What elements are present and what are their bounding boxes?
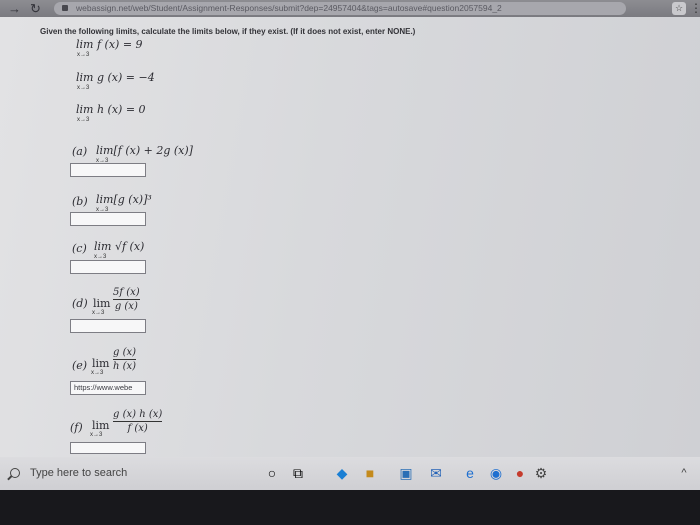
part-d-numerator: 5f (x) <box>113 287 140 298</box>
part-e-denominator: h (x) <box>113 361 137 372</box>
part-d-denominator: g (x) <box>114 301 138 312</box>
reload-icon[interactable]: ↻ <box>30 0 41 17</box>
fraction-bar <box>113 299 140 300</box>
chevron-up-icon[interactable]: ^ <box>676 465 692 481</box>
extension-icon[interactable]: ☆ <box>672 2 686 15</box>
search-placeholder: Type here to search <box>30 467 128 479</box>
part-a-label: (a) <box>72 145 88 158</box>
part-e-lim: lim <box>92 357 110 370</box>
part-e-sub: x→3 <box>91 370 104 376</box>
part-f-denominator: f (x) <box>127 423 148 434</box>
part-f-label: (f) <box>70 421 83 434</box>
part-e-fraction: g (x) h (x) <box>113 347 137 372</box>
part-f-numerator: g (x) h (x) <box>113 409 163 420</box>
lock-icon <box>62 5 68 11</box>
edge-icon[interactable]: e <box>462 465 478 481</box>
part-f-fraction: g (x) h (x) f (x) <box>113 409 163 434</box>
part-c-expression: lim √f (x) <box>94 240 145 253</box>
address-bar-url: webassign.net/web/Student/Assignment-Res… <box>76 3 502 13</box>
given-limit-g-sub: x→3 <box>77 85 90 91</box>
part-e-numerator: g (x) <box>113 347 137 358</box>
search-icon <box>10 468 20 478</box>
address-bar[interactable]: webassign.net/web/Student/Assignment-Res… <box>54 2 626 15</box>
fraction-bar <box>113 421 163 422</box>
question-page: Given the following limits, calculate th… <box>0 17 700 457</box>
part-b-label: (b) <box>72 195 88 208</box>
given-limit-h-sub: x→3 <box>77 117 90 123</box>
browser-icon[interactable]: ◉ <box>488 465 504 481</box>
part-c-label: (c) <box>72 242 87 255</box>
settings-icon[interactable]: ⚙ <box>533 465 549 481</box>
part-b-expression: lim[g (x)]³ <box>96 193 152 206</box>
part-f-sub: x→3 <box>90 432 103 438</box>
part-d-label: (d) <box>72 297 88 310</box>
desk-background <box>0 490 700 525</box>
menu-icon[interactable]: ⋮ <box>690 0 700 17</box>
given-limit-h: lim h (x) = 0 <box>76 103 146 116</box>
task-view-icon[interactable]: ⧉ <box>290 465 306 481</box>
part-d-lim: lim <box>93 297 111 310</box>
taskbar-search[interactable]: Type here to search <box>0 457 240 490</box>
part-d-fraction: 5f (x) g (x) <box>113 287 140 312</box>
given-limit-f-sub: x→3 <box>77 52 90 58</box>
browser-toolbar: → ↻ webassign.net/web/Student/Assignment… <box>0 0 700 17</box>
answer-c-input[interactable] <box>70 260 146 274</box>
answer-d-input[interactable] <box>70 319 146 333</box>
store-icon[interactable]: ▣ <box>398 465 414 481</box>
answer-f-input[interactable] <box>70 442 146 454</box>
forward-icon[interactable]: → <box>8 0 21 17</box>
answer-a-input[interactable] <box>70 163 146 177</box>
answer-e-input[interactable]: https://www.webe <box>70 381 146 395</box>
given-limit-g: lim g (x) = −4 <box>76 71 155 84</box>
part-e-label: (e) <box>72 359 88 372</box>
taskbar: Type here to search ○ ⧉ ◆ ■ ▣ ✉ e ◉ ● ⚙ … <box>0 457 700 490</box>
part-a-expression: lim[f (x) + 2g (x)] <box>96 144 193 157</box>
app-icon[interactable]: ● <box>512 465 528 481</box>
app-icon[interactable]: ■ <box>362 465 378 481</box>
part-d-sub: x→3 <box>92 310 105 316</box>
given-limit-f: lim f (x) = 9 <box>76 38 143 51</box>
mail-icon[interactable]: ✉ <box>428 465 444 481</box>
part-f-lim: lim <box>92 419 110 432</box>
app-icon[interactable]: ◆ <box>334 465 350 481</box>
instructions-text: Given the following limits, calculate th… <box>40 27 416 36</box>
fraction-bar <box>113 359 137 360</box>
answer-b-input[interactable] <box>70 212 146 226</box>
cortana-icon[interactable]: ○ <box>264 465 280 481</box>
